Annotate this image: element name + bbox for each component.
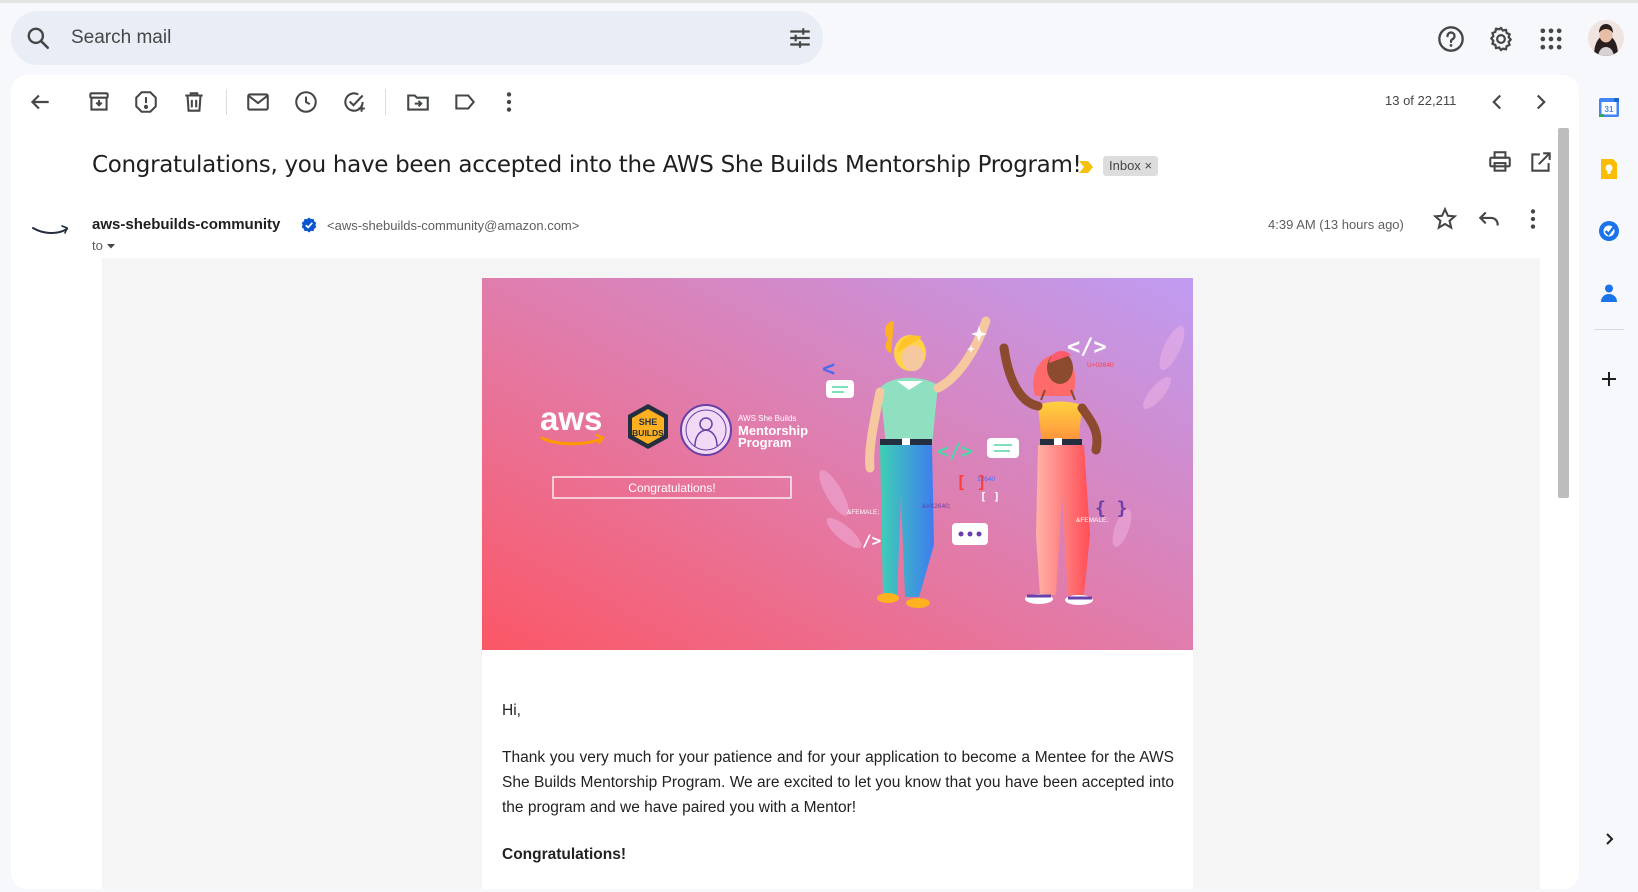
calendar-icon[interactable]: 31 xyxy=(1597,95,1621,119)
label-icon[interactable] xyxy=(452,89,478,115)
snooze-clock-icon[interactable] xyxy=(293,89,319,115)
mark-unread-icon[interactable] xyxy=(245,89,271,115)
side-panel-divider xyxy=(1594,329,1624,330)
expand-panel-chevron-icon[interactable] xyxy=(1597,827,1621,851)
greeting: Hi, xyxy=(502,702,521,719)
open-new-window-icon[interactable] xyxy=(1528,149,1554,175)
archive-icon[interactable] xyxy=(86,89,112,115)
avatar-image xyxy=(1588,20,1624,56)
svg-text:31: 31 xyxy=(1605,105,1614,114)
star-icon[interactable] xyxy=(1432,206,1458,232)
banner-illustration: aws SHE BUILDS AWS She Builds Mentorship xyxy=(482,278,1193,650)
program-small: AWS She Builds xyxy=(738,414,796,423)
remove-label-button[interactable]: × xyxy=(1144,158,1152,173)
search-icon[interactable] xyxy=(25,25,51,51)
print-icon[interactable] xyxy=(1487,149,1513,175)
contacts-icon[interactable] xyxy=(1597,281,1621,305)
report-spam-icon[interactable] xyxy=(133,89,159,115)
email-card: aws SHE BUILDS AWS She Builds Mentorship xyxy=(482,278,1193,889)
svg-text:{ }: { } xyxy=(1095,498,1128,519)
badge-builds: BUILDS xyxy=(632,428,664,438)
delete-icon[interactable] xyxy=(181,89,207,115)
program-line2: Program xyxy=(738,435,791,450)
badge-she: SHE xyxy=(639,417,658,427)
reply-icon[interactable] xyxy=(1476,206,1502,232)
more-vertical-icon[interactable] xyxy=(496,89,522,115)
plus-icon[interactable] xyxy=(1597,367,1621,391)
top-divider xyxy=(0,0,1638,3)
search-bar[interactable]: Search mail xyxy=(11,11,823,65)
congrats-heading: Congratulations! xyxy=(502,846,626,863)
sender-name[interactable]: aws-shebuilds-community xyxy=(92,216,280,233)
caret-down-icon[interactable] xyxy=(106,242,116,250)
side-panel: 31 xyxy=(1580,75,1638,892)
tag-female-left: &FEMALE; xyxy=(847,509,879,516)
tag-number: 12640 xyxy=(977,476,995,483)
toolbar-divider xyxy=(226,89,227,115)
toolbar-divider xyxy=(385,89,386,115)
amazon-smile-logo xyxy=(32,225,69,234)
email-body: Hi, Thank you very much for your patienc… xyxy=(502,698,1174,889)
svg-text:<: < xyxy=(822,357,835,382)
sender-email: <aws-shebuilds-community@amazon.com> xyxy=(327,218,580,233)
svg-text:</>: </> xyxy=(1067,335,1107,360)
email-timestamp: 4:39 AM (13 hours ago) xyxy=(1268,217,1404,232)
tag-hex: &#X2640; xyxy=(922,503,951,510)
svg-text:/>: /> xyxy=(862,531,881,550)
verified-badge-icon xyxy=(301,217,317,233)
chevron-left-icon[interactable] xyxy=(1484,89,1510,115)
email-content-area: aws SHE BUILDS AWS She Builds Mentorship xyxy=(102,258,1540,889)
chevron-right-icon[interactable] xyxy=(1528,89,1554,115)
body-paragraph: Thank you very much for your patience an… xyxy=(502,749,1174,816)
move-to-folder-icon[interactable] xyxy=(405,89,431,115)
tag-unicode: U+02640 xyxy=(1087,362,1114,369)
message-more-icon[interactable] xyxy=(1520,206,1546,232)
pager-count: 13 of 22,211 xyxy=(1385,93,1457,108)
inbox-label-chip[interactable]: Inbox × xyxy=(1103,156,1159,176)
congrats-button[interactable]: Congratulations! xyxy=(628,481,715,495)
avatar[interactable] xyxy=(1588,20,1624,56)
back-arrow-icon[interactable] xyxy=(27,89,53,115)
search-input[interactable]: Search mail xyxy=(71,27,171,49)
search-options-icon[interactable] xyxy=(787,25,813,51)
svg-text:[ ]: [ ] xyxy=(980,490,1000,503)
email-subject: Congratulations, you have been accepted … xyxy=(92,152,1082,178)
tasks-icon[interactable] xyxy=(1597,219,1621,243)
aws-wordmark: aws xyxy=(540,400,602,437)
help-icon[interactable] xyxy=(1437,25,1465,53)
to-label: to xyxy=(92,238,103,253)
svg-text:</>: </> xyxy=(937,439,973,463)
inbox-label-text: Inbox xyxy=(1109,158,1141,173)
apps-grid-icon[interactable] xyxy=(1537,25,1565,53)
important-marker-icon[interactable] xyxy=(1078,160,1094,174)
header-banner-image: aws SHE BUILDS AWS She Builds Mentorship xyxy=(482,278,1193,650)
gear-icon[interactable] xyxy=(1487,25,1515,53)
message-panel: 13 of 22,211 Congratulations, you have b… xyxy=(11,75,1579,889)
scrollbar-thumb[interactable] xyxy=(1558,128,1569,498)
keep-notes-icon[interactable] xyxy=(1597,157,1621,181)
add-task-icon[interactable] xyxy=(341,89,367,115)
tag-female-right: &FEMALE; xyxy=(1076,517,1108,524)
recipients-toggle[interactable]: to xyxy=(92,238,116,253)
